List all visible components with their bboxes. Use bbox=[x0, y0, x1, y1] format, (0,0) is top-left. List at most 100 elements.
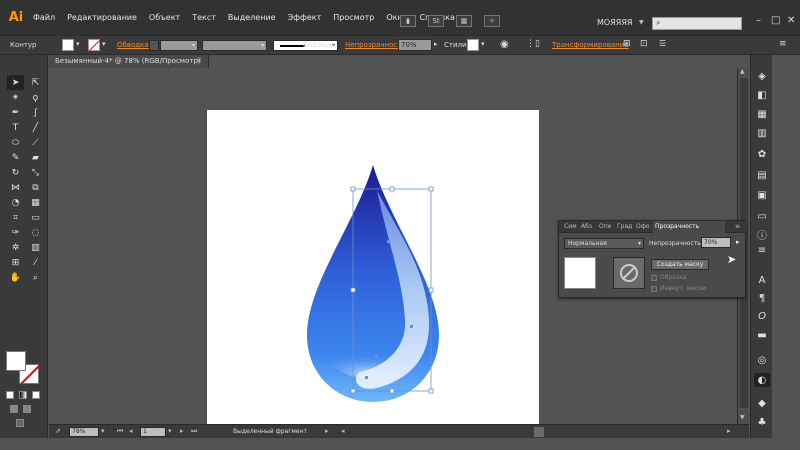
mesh-tool-icon[interactable]: ⌗ bbox=[7, 210, 24, 225]
blend-mode-select[interactable]: Нормальная ▾ bbox=[564, 238, 644, 249]
stroke-weight-stepper[interactable] bbox=[149, 40, 159, 51]
workspace-switcher[interactable]: МОЯЯЯЯ bbox=[597, 18, 632, 27]
rotate-tool-icon[interactable]: ↻ bbox=[7, 165, 24, 180]
close-icon[interactable]: ✕ bbox=[196, 55, 202, 68]
chevron-down-icon[interactable]: ▼ bbox=[639, 19, 644, 26]
align-icon[interactable]: ⋮▯ bbox=[526, 39, 540, 49]
menu-type[interactable]: Текст bbox=[192, 13, 216, 22]
artboard-number-input[interactable]: 1 bbox=[140, 427, 166, 437]
transparency-icon[interactable]: ◐ bbox=[754, 373, 770, 387]
chevron-down-icon[interactable]: ▾ bbox=[481, 40, 485, 48]
type-tool-icon[interactable]: T bbox=[7, 120, 24, 135]
tab-character[interactable]: Сим bbox=[564, 223, 577, 230]
invert-mask-checkbox[interactable] bbox=[651, 286, 657, 292]
gpu-performance-icon[interactable]: ✧ bbox=[484, 15, 500, 27]
swatches-icon[interactable]: ▦ bbox=[754, 107, 770, 121]
align-options-icon[interactable]: ☰ bbox=[659, 39, 666, 48]
scroll-right-icon[interactable]: ▸ bbox=[727, 427, 731, 435]
stroke-label[interactable]: Обводка: bbox=[117, 41, 151, 49]
color-mode-icon[interactable] bbox=[6, 391, 14, 399]
chevron-down-icon[interactable]: ▾ bbox=[101, 427, 105, 435]
current-tool-label[interactable]: Выделенный фрагмент bbox=[233, 428, 307, 435]
chevron-down-icon[interactable]: ▾ bbox=[102, 40, 106, 48]
none-mode-icon[interactable] bbox=[32, 391, 40, 399]
appearance-icon[interactable]: ▣ bbox=[754, 188, 770, 202]
blend-tool-icon[interactable]: ◌ bbox=[27, 225, 44, 240]
scroll-up-icon[interactable]: ▲ bbox=[740, 68, 745, 75]
variable-width-profile[interactable]: ▾ bbox=[202, 40, 267, 51]
free-transform-tool-icon[interactable]: ⧉ bbox=[27, 180, 44, 195]
chevron-down-icon[interactable]: ▾ bbox=[168, 427, 172, 435]
layers-icon[interactable]: ◆ bbox=[754, 396, 770, 410]
make-mask-button[interactable]: Создать маску bbox=[651, 259, 709, 270]
close-button[interactable]: ✕ bbox=[787, 15, 795, 26]
fill-swatch[interactable] bbox=[62, 39, 74, 51]
opacity-input[interactable]: 70% bbox=[398, 39, 432, 51]
draw-normal-icon[interactable] bbox=[10, 405, 18, 413]
menu-effect[interactable]: Эффект bbox=[288, 13, 322, 22]
artboard-tool-icon[interactable]: ⊞ bbox=[7, 255, 24, 270]
curvature-tool-icon[interactable]: ∫ bbox=[27, 105, 44, 120]
menu-object[interactable]: Объект bbox=[149, 13, 180, 22]
eraser-tool-icon[interactable]: ▰ bbox=[27, 150, 44, 165]
panel-menu-icon[interactable]: ≡ bbox=[735, 223, 740, 230]
magic-wand-tool-icon[interactable]: ✴ bbox=[7, 90, 24, 105]
paragraph-icon[interactable]: ¶ bbox=[754, 291, 770, 305]
direct-selection-tool-icon[interactable]: ⇱ bbox=[27, 75, 44, 90]
selection-tool-icon[interactable]: ➤ bbox=[7, 75, 24, 90]
minimize-button[interactable]: – bbox=[756, 15, 761, 26]
tab-paragraph[interactable]: Абз bbox=[581, 223, 592, 230]
scroll-left-icon[interactable]: ◂ bbox=[341, 427, 345, 435]
opentype-icon[interactable]: O bbox=[754, 309, 770, 323]
symbol-sprayer-tool-icon[interactable]: ✲ bbox=[7, 240, 24, 255]
ellipse-tool-icon[interactable]: ⬭ bbox=[7, 135, 24, 150]
recolor-artwork-icon[interactable]: ◉ bbox=[500, 39, 509, 50]
menu-file[interactable]: Файл bbox=[33, 13, 55, 22]
bridge-icon[interactable]: ▮ bbox=[400, 15, 416, 27]
document-tab[interactable]: Безымянный-4* @ 78% (RGB/Просмотр) ✕ bbox=[49, 55, 209, 68]
line-tool-icon[interactable]: ╱ bbox=[27, 120, 44, 135]
chevron-down-icon[interactable]: ▾ bbox=[76, 40, 80, 48]
info-icon[interactable]: ⓘ bbox=[754, 227, 770, 242]
character-icon[interactable]: A bbox=[754, 273, 770, 287]
stroke-swatch[interactable] bbox=[88, 39, 100, 51]
gradient-icon[interactable]: ▬ bbox=[754, 328, 770, 342]
menu-edit[interactable]: Редактирование bbox=[67, 13, 137, 22]
maximize-button[interactable]: □ bbox=[771, 15, 780, 26]
paintbrush-tool-icon[interactable]: ⟋ bbox=[27, 135, 44, 150]
mask-thumbnail[interactable] bbox=[613, 257, 645, 289]
horizontal-scrollbar-thumb[interactable] bbox=[534, 427, 544, 437]
eyedropper-tool-icon[interactable]: ✑ bbox=[7, 225, 24, 240]
artboards-icon[interactable]: ♣ bbox=[754, 415, 770, 429]
chevron-right-icon[interactable]: ▸ bbox=[736, 238, 740, 246]
first-artboard-icon[interactable]: ⏮ bbox=[117, 427, 123, 436]
style-swatch[interactable] bbox=[467, 39, 479, 51]
draw-behind-icon[interactable] bbox=[23, 405, 31, 413]
fill-color-box[interactable] bbox=[6, 351, 26, 371]
color-icon[interactable]: ◧ bbox=[754, 88, 770, 102]
stroke-weight-input[interactable]: ▾ bbox=[160, 40, 198, 51]
pencil-tool-icon[interactable]: ✎ bbox=[7, 150, 24, 165]
lasso-tool-icon[interactable]: ϙ bbox=[27, 90, 44, 105]
stroke-icon[interactable]: ◎ bbox=[754, 353, 770, 367]
links-icon[interactable]: ≡ bbox=[754, 243, 770, 257]
gradient-tool-icon[interactable]: ▭ bbox=[27, 210, 44, 225]
tab-transparency[interactable]: Прозрачность bbox=[655, 223, 699, 230]
isolate-group-icon[interactable]: ⊞ bbox=[623, 39, 631, 49]
chevron-right-icon[interactable]: ▸ bbox=[434, 40, 438, 48]
pen-tool-icon[interactable]: ✒ bbox=[7, 105, 24, 120]
water-drop-artwork[interactable] bbox=[207, 110, 539, 424]
next-artboard-icon[interactable]: ▸ bbox=[180, 427, 184, 435]
chevron-right-icon[interactable]: ▸ bbox=[325, 427, 329, 435]
previous-artboard-icon[interactable]: ◂ bbox=[129, 427, 133, 435]
zoom-tool-icon[interactable]: ⌕ bbox=[27, 270, 44, 285]
share-icon[interactable]: ⇗ bbox=[55, 427, 61, 435]
panel-menu-icon[interactable]: ≡ bbox=[779, 39, 787, 49]
fill-stroke-widget[interactable] bbox=[6, 351, 42, 387]
tab-opentype[interactable]: Опе bbox=[599, 223, 611, 230]
brushes-icon[interactable]: ▥ bbox=[754, 126, 770, 140]
search-input[interactable]: ⌕ bbox=[652, 17, 742, 30]
opacity-input[interactable]: 70% bbox=[701, 237, 731, 248]
graphic-styles-icon[interactable]: ▤ bbox=[754, 168, 770, 182]
column-graph-tool-icon[interactable]: ▥ bbox=[27, 240, 44, 255]
